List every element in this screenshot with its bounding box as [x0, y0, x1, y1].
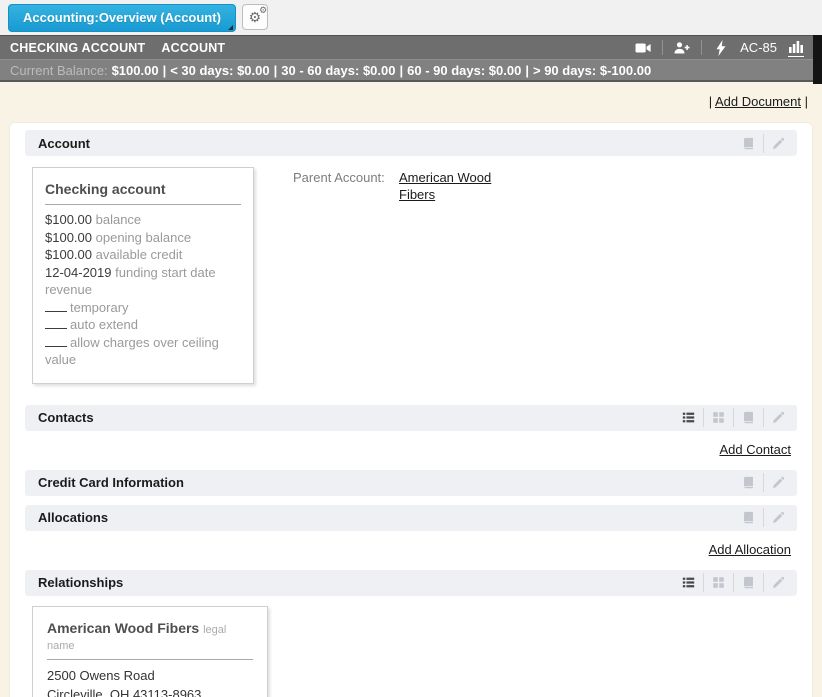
book-icon[interactable] [734, 476, 763, 489]
icon-divider [701, 40, 702, 55]
menu-right: AC-85 [635, 39, 804, 57]
tab-accounting-overview[interactable]: Accounting:Overview (Account) [8, 4, 236, 32]
tab-dropdown-corner-icon [228, 25, 233, 30]
card-field: $100.00 available credit [45, 246, 241, 264]
content-area: | Add Document | Account [0, 82, 822, 697]
account-section-body: Checking account $100.00 balance $100.00… [25, 156, 797, 405]
add-allocation-link[interactable]: Add Allocation [709, 542, 791, 557]
contacts-actions-row: Add Contact [25, 431, 797, 467]
checking-account-card[interactable]: Checking account $100.00 balance $100.00… [32, 167, 254, 384]
aging-bucket: 30 - 60 days: $0.00 [281, 63, 395, 78]
section-title: Credit Card Information [38, 475, 184, 490]
current-balance-value: $100.00 [112, 63, 159, 78]
address-line: Circleville, OH 43113-8963 [47, 685, 253, 697]
card-field: 12-04-2019 funding start date revenue [45, 264, 241, 299]
card-field: temporary [45, 299, 241, 317]
empty-value [45, 338, 67, 347]
add-document-row: | Add Document | [10, 82, 812, 123]
section-header-relationships: Relationships [25, 570, 797, 596]
section-header-contacts: Contacts [25, 405, 797, 431]
allocations-actions-row: Add Allocation [25, 531, 797, 567]
aging-bucket: > 90 days: $-100.00 [533, 63, 651, 78]
record-id: AC-85 [740, 40, 777, 55]
empty-value [45, 303, 67, 312]
card-field: auto extend [45, 316, 241, 334]
parent-account-link[interactable]: American Wood Fibers [399, 169, 495, 203]
tab-bar: Accounting:Overview (Account) ⚙⚙ [0, 0, 822, 35]
video-camera-icon[interactable] [635, 40, 651, 56]
section-title: Account [38, 136, 90, 151]
tab-label: Accounting:Overview (Account) [23, 10, 221, 25]
aging-bucket: 60 - 90 days: $0.00 [407, 63, 521, 78]
add-contact-link[interactable]: Add Contact [719, 442, 791, 457]
card-field: $100.00 balance [45, 211, 241, 229]
empty-value [45, 320, 67, 329]
section-header-account: Account [25, 130, 797, 156]
edit-pencil-icon[interactable] [764, 411, 793, 424]
book-icon[interactable] [734, 411, 763, 424]
balance-bar: Current Balance: $100.00 | < 30 days: $0… [0, 59, 822, 82]
list-view-icon[interactable] [674, 576, 703, 589]
grid-view-icon[interactable] [704, 411, 733, 424]
menu-item-checking-account[interactable]: CHECKING ACCOUNT [10, 41, 145, 55]
divider [45, 204, 241, 205]
lightning-icon[interactable] [713, 40, 729, 56]
divider [47, 659, 253, 660]
parent-account-label: Parent Account: [293, 169, 399, 203]
book-icon[interactable] [734, 511, 763, 524]
book-icon[interactable] [734, 137, 763, 150]
aging-bucket: < 30 days: $0.00 [170, 63, 269, 78]
section-title: Allocations [38, 510, 108, 525]
list-view-icon[interactable] [674, 411, 703, 424]
user-add-icon[interactable] [674, 40, 690, 56]
card-field: $100.00 opening balance [45, 229, 241, 247]
relationship-name: American Wood Fibers legal name [47, 617, 253, 652]
add-document-link[interactable]: Add Document [715, 94, 801, 109]
bar-chart-icon[interactable] [788, 39, 804, 57]
section-header-allocations: Allocations [25, 505, 797, 531]
section-title: Contacts [38, 410, 94, 425]
menu-left: CHECKING ACCOUNT ACCOUNT [10, 41, 225, 55]
relationship-card[interactable]: American Wood Fibers legal name 2500 Owe… [32, 606, 268, 697]
edit-pencil-icon[interactable] [764, 137, 793, 150]
card-field: allow charges over ceiling value [45, 334, 241, 369]
card-title: Checking account [45, 178, 241, 197]
current-balance-label: Current Balance: [10, 63, 108, 78]
parent-account-field: Parent Account: American Wood Fibers [293, 169, 495, 203]
menu-bar: CHECKING ACCOUNT ACCOUNT AC-85 [0, 35, 822, 59]
app-window: Accounting:Overview (Account) ⚙⚙ CHECKIN… [0, 0, 822, 697]
icon-divider [662, 40, 663, 55]
address-line: 2500 Owens Road [47, 666, 253, 685]
book-icon[interactable] [734, 576, 763, 589]
edit-pencil-icon[interactable] [764, 511, 793, 524]
grid-view-icon[interactable] [704, 576, 733, 589]
menu-item-account[interactable]: ACCOUNT [161, 41, 225, 55]
edit-pencil-icon[interactable] [764, 476, 793, 489]
section-title: Relationships [38, 575, 123, 590]
settings-gear-button[interactable]: ⚙⚙ [242, 4, 268, 30]
window-edge [813, 35, 822, 84]
section-header-credit-card: Credit Card Information [25, 470, 797, 496]
main-panel: Account Checking account $100.00 balance [10, 123, 812, 697]
edit-pencil-icon[interactable] [764, 576, 793, 589]
cogs-icon: ⚙⚙ [249, 10, 262, 24]
